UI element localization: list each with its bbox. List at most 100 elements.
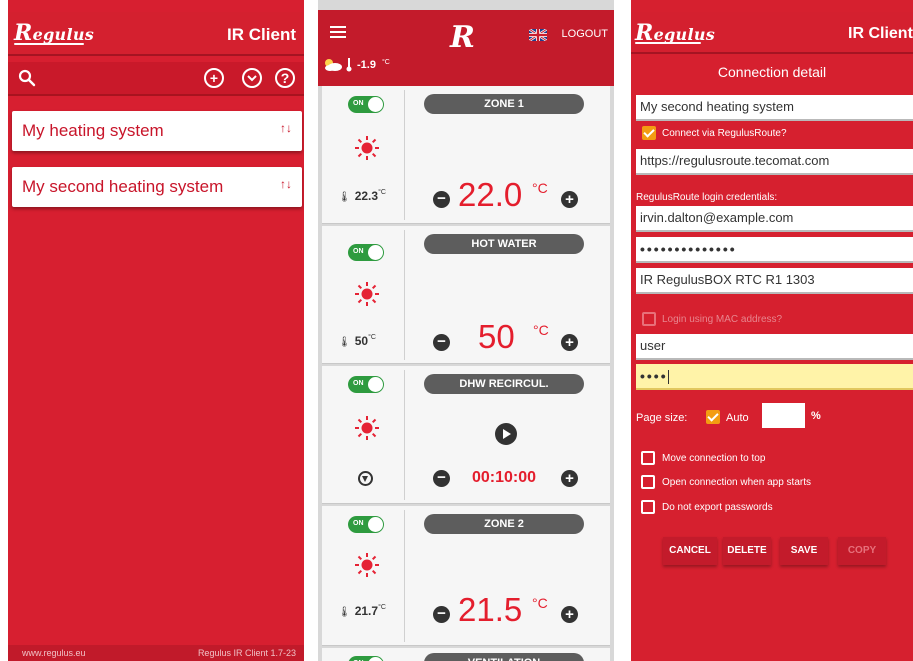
app-bar: R LOGOUT — [318, 10, 614, 55]
connection-item[interactable]: My second heating system ↑↓ — [12, 167, 302, 207]
footer: www.regulus.eu Regulus IR Client 1.7-23 — [8, 645, 304, 661]
username-field[interactable]: user — [636, 334, 913, 360]
zone-title[interactable]: ZONE 1 — [424, 94, 584, 114]
sun-icon — [355, 136, 379, 160]
decrease-button[interactable]: − — [433, 191, 450, 208]
zone-card: ON HOT WATER 🌡 50°C − 50 °C + — [322, 226, 610, 364]
open-on-start-checkbox[interactable] — [641, 475, 655, 489]
app-title: IR Client — [227, 25, 296, 44]
move-to-top-checkbox[interactable] — [641, 451, 655, 465]
login-mac-checkbox — [642, 312, 656, 326]
zone-title[interactable]: DHW RECIRCUL. — [424, 374, 584, 394]
outdoor-temperature: -1.9 — [357, 59, 376, 71]
page-size-auto-label: Auto — [726, 412, 749, 424]
increase-button[interactable]: + — [561, 606, 578, 623]
delete-button[interactable]: DELETE — [723, 537, 771, 565]
decrease-button[interactable]: − — [433, 470, 450, 487]
percent-label: % — [811, 410, 821, 422]
no-export-passwords-label: Do not export passwords — [662, 502, 773, 513]
connect-via-route-checkbox[interactable] — [642, 126, 656, 140]
setpoint-temperature: 50 — [478, 318, 515, 355]
route-credentials-label: RegulusRoute login credentials: — [636, 192, 778, 203]
zone-toggle[interactable]: ON — [348, 96, 384, 113]
zone-card: ON DHW RECIRCUL. − 00:10:00 + — [322, 366, 610, 504]
footer-website[interactable]: www.regulus.eu — [22, 648, 86, 658]
zone-toggle[interactable]: ON — [348, 516, 384, 533]
route-email-field[interactable]: irvin.dalton@example.com — [636, 206, 913, 232]
measured-temperature: 🌡 50°C — [338, 334, 376, 348]
open-on-start-label: Open connection when app starts — [662, 477, 811, 488]
page-size-label: Page size: — [636, 412, 688, 424]
uk-flag-icon[interactable] — [529, 29, 547, 41]
weather-bar: -1.9 °C — [318, 54, 614, 86]
thermometer-icon: 🌡 — [338, 337, 351, 348]
zone-title[interactable]: ZONE 2 — [424, 514, 584, 534]
play-icon[interactable] — [495, 423, 517, 445]
measured-temperature: 🌡 22.3°C — [338, 189, 386, 203]
route-url-field[interactable]: https://regulusroute.tecomat.com — [636, 149, 913, 175]
zone-toggle[interactable]: ON — [348, 244, 384, 261]
outdoor-temperature-unit: °C — [382, 59, 390, 66]
sun-icon — [355, 416, 379, 440]
zone-title[interactable]: VENTILATION — [424, 653, 584, 661]
partly-cloudy-icon — [325, 59, 342, 71]
sun-icon — [355, 553, 379, 577]
setpoint-unit: °C — [532, 595, 548, 611]
app-title: IR Client — [848, 25, 913, 42]
setpoint-unit: °C — [533, 322, 549, 338]
device-name-field[interactable]: IR RegulusBOX RTC R1 1303 — [636, 268, 913, 294]
password-field[interactable]: •••• — [636, 364, 913, 390]
setpoint-temperature: 22.0 — [458, 176, 523, 213]
zone-card: ON ZONE 2 🌡 21.7°C − 21.5 °C + — [322, 506, 610, 646]
recirculation-timer: 00:10:00 — [472, 469, 537, 486]
cancel-button[interactable]: CANCEL — [663, 537, 717, 565]
page-size-auto-checkbox[interactable] — [706, 410, 720, 424]
search-icon[interactable] — [18, 69, 36, 87]
dropdown-icon[interactable] — [242, 68, 262, 88]
move-to-top-label: Move connection to top — [662, 453, 766, 464]
zone-title[interactable]: HOT WATER — [424, 234, 584, 254]
connection-detail-screen: Regulus IR Client Connection detail My s… — [631, 0, 913, 661]
sort-icon[interactable]: ↑↓ — [280, 177, 292, 191]
zone-toggle[interactable]: ON — [348, 656, 384, 661]
connection-name-field[interactable]: My second heating system — [636, 95, 913, 121]
increase-button[interactable]: + — [561, 470, 578, 487]
zone-card: ON VENTILATION — [322, 648, 610, 661]
login-mac-label: Login using MAC address? — [662, 314, 783, 325]
thermometer-icon — [346, 58, 352, 72]
connection-list-screen: Regulus IR Client + ? My heating system … — [8, 0, 304, 661]
dashboard-screen: R LOGOUT -1.9 °C ON ZONE 1 🌡 22.3°C − 22… — [318, 0, 614, 661]
sun-icon — [355, 282, 379, 306]
decrease-button[interactable]: − — [433, 606, 450, 623]
connection-label: My second heating system — [22, 177, 224, 196]
logo-underline — [14, 43, 84, 45]
increase-button[interactable]: + — [561, 334, 578, 351]
footer-version: Regulus IR Client 1.7-23 — [197, 648, 296, 658]
page-title: Connection detail — [717, 64, 827, 80]
zone-card: ON ZONE 1 🌡 22.3°C − 22.0 °C + — [322, 86, 610, 224]
toolbar: + ? — [8, 62, 304, 96]
logout-button[interactable]: LOGOUT — [562, 28, 608, 40]
zone-toggle[interactable]: ON — [348, 376, 384, 393]
save-button[interactable]: SAVE — [780, 537, 828, 565]
logo-underline — [635, 42, 701, 44]
copy-button: COPY — [838, 537, 886, 565]
hamburger-menu-icon[interactable] — [330, 26, 346, 38]
thermometer-icon: 🌡 — [338, 192, 351, 203]
connection-label: My heating system — [22, 121, 164, 140]
add-icon[interactable]: + — [204, 68, 224, 88]
thermometer-icon: 🌡 — [338, 607, 351, 618]
increase-button[interactable]: + — [561, 191, 578, 208]
filter-icon[interactable] — [358, 471, 373, 486]
no-export-passwords-checkbox[interactable] — [641, 500, 655, 514]
connection-item[interactable]: My heating system ↑↓ — [12, 111, 302, 151]
regulus-r-logo: R — [450, 20, 475, 55]
setpoint-unit: °C — [532, 180, 548, 196]
text-caret — [667, 370, 669, 385]
route-password-field[interactable]: •••••••••••••• — [636, 237, 913, 263]
connect-via-route-label: Connect via RegulusRoute? — [662, 128, 787, 139]
page-size-input[interactable] — [762, 403, 805, 428]
sort-icon[interactable]: ↑↓ — [280, 121, 292, 135]
help-icon[interactable]: ? — [275, 68, 295, 88]
decrease-button[interactable]: − — [433, 334, 450, 351]
